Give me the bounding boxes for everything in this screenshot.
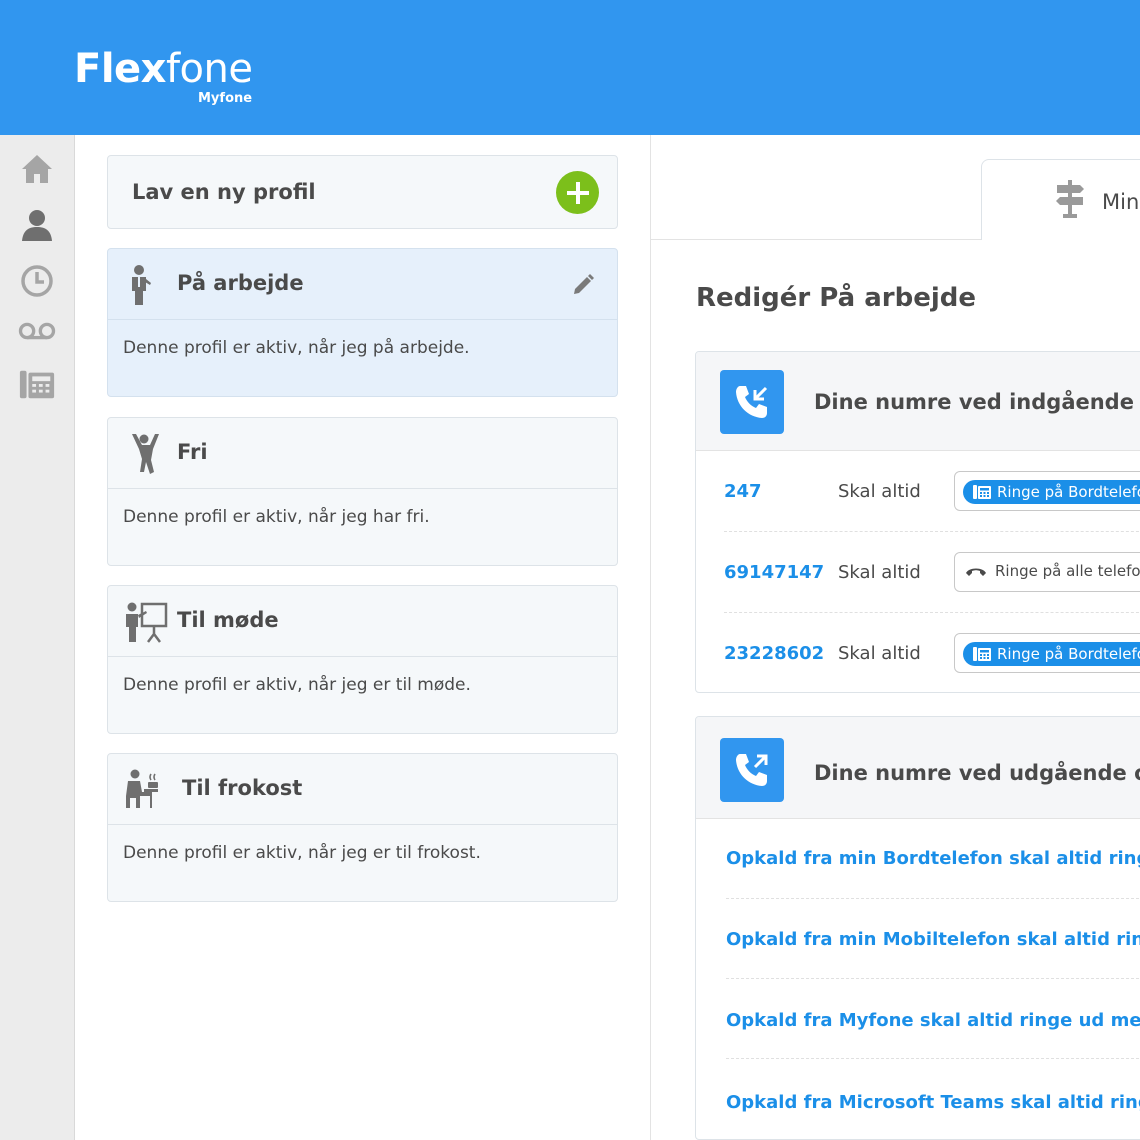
clock-icon[interactable]	[18, 262, 56, 300]
incoming-row: 247 Skal altid Ringe på Bordtelefo	[724, 451, 1140, 532]
incoming-row: 69147147 Skal altid Ringe på alle telefo…	[724, 532, 1140, 613]
ring-option-label: Ringe på alle telefon	[995, 562, 1140, 580]
outgoing-panel-title: Dine numre ved udgående opk	[814, 761, 1140, 785]
profile-description: Denne profil er aktiv, når jeg på arbejd…	[123, 338, 470, 358]
deskphone-icon[interactable]	[18, 365, 56, 403]
businessman-icon	[124, 263, 168, 307]
tabs-bar: Min	[651, 135, 1140, 240]
outgoing-row: Opkald fra Microsoft Teams skal altid ri…	[726, 1059, 1140, 1139]
profile-card-til-frokost[interactable]: Til frokost Denne profil er aktiv, når j…	[107, 753, 618, 902]
handset-icon	[966, 568, 986, 576]
profile-title: Til møde	[177, 608, 279, 632]
ring-option-label: Ringe på Bordtelefo	[997, 483, 1140, 501]
flexfone-logo[interactable]: Flexfone Myfone	[74, 40, 264, 110]
tab-min[interactable]: Min	[981, 159, 1140, 240]
page-title: Redigér På arbejde	[696, 283, 977, 313]
outgoing-rule-link[interactable]: Opkald fra min Bordtelefon skal altid ri…	[726, 848, 1140, 869]
outgoing-row: Opkald fra Myfone skal altid ringe ud me…	[726, 979, 1140, 1059]
jumping-person-icon	[124, 432, 168, 476]
ring-option-select[interactable]: Ringe på Bordtelefo	[954, 633, 1140, 673]
incoming-call-icon	[720, 370, 784, 434]
home-icon[interactable]	[18, 150, 56, 188]
phone-number[interactable]: 247	[724, 481, 762, 502]
deskphone-icon	[973, 647, 991, 661]
deskphone-icon	[973, 485, 991, 499]
ring-option-select[interactable]: Ringe på alle telefon	[954, 552, 1140, 592]
profile-title: Til frokost	[182, 776, 303, 800]
ring-option-label: Ringe på Bordtelefo	[997, 645, 1140, 663]
edit-profile-panel: Min Redigér På arbejde Dine numre ved in…	[651, 135, 1140, 1140]
new-profile-label: Lav en ny profil	[132, 180, 316, 204]
logo-subtitle: Myfone	[198, 91, 253, 106]
profiles-list: Lav en ny profil På arbejde Denne profil…	[75, 135, 651, 1140]
top-header: Flexfone Myfone	[0, 0, 1140, 135]
ring-option-pill: Ringe på Bordtelefo	[963, 480, 1140, 504]
signpost-icon	[1054, 180, 1086, 218]
presentation-icon	[124, 600, 168, 644]
user-icon[interactable]	[18, 206, 56, 244]
rule-label: Skal altid	[838, 481, 921, 502]
profile-card-til-mode[interactable]: Til møde Denne profil er aktiv, når jeg …	[107, 585, 618, 734]
phone-number[interactable]: 69147147	[724, 562, 824, 583]
lunch-icon	[124, 768, 168, 812]
icon-rail	[0, 135, 75, 1140]
outgoing-rule-link[interactable]: Opkald fra min Mobiltelefon skal altid r…	[726, 929, 1140, 950]
voicemail-icon[interactable]	[18, 312, 56, 350]
profile-card-pa-arbejde[interactable]: På arbejde Denne profil er aktiv, når je…	[107, 248, 618, 397]
outgoing-numbers-panel: Dine numre ved udgående opk Opkald fra m…	[695, 716, 1140, 1140]
pencil-icon[interactable]	[571, 273, 595, 297]
rule-label: Skal altid	[838, 643, 921, 664]
profile-description: Denne profil er aktiv, når jeg er til mø…	[123, 675, 471, 695]
incoming-numbers-panel: Dine numre ved indgående op 247 Skal alt…	[695, 351, 1140, 693]
outgoing-call-icon	[720, 738, 784, 802]
plus-icon[interactable]	[556, 171, 599, 214]
outgoing-row: Opkald fra min Bordtelefon skal altid ri…	[726, 819, 1140, 899]
profile-title: Fri	[177, 440, 208, 464]
ring-option-plain: Ringe på alle telefon	[965, 562, 1140, 580]
profile-title: På arbejde	[177, 271, 304, 295]
profile-description: Denne profil er aktiv, når jeg har fri.	[123, 507, 430, 527]
tab-label: Min	[1102, 190, 1140, 214]
incoming-row: 23228602 Skal altid Ringe på Bordtelefo	[724, 613, 1140, 692]
profile-description: Denne profil er aktiv, når jeg er til fr…	[123, 843, 481, 863]
phone-number[interactable]: 23228602	[724, 643, 824, 664]
outgoing-rule-link[interactable]: Opkald fra Microsoft Teams skal altid ri…	[726, 1092, 1140, 1113]
outgoing-rule-link[interactable]: Opkald fra Myfone skal altid ringe ud me…	[726, 1010, 1140, 1031]
ring-option-select[interactable]: Ringe på Bordtelefo	[954, 471, 1140, 511]
incoming-panel-title: Dine numre ved indgående op	[814, 390, 1140, 414]
ring-option-pill: Ringe på Bordtelefo	[963, 642, 1140, 666]
logo-text-bold: Flex	[74, 46, 166, 92]
outgoing-row: Opkald fra min Mobiltelefon skal altid r…	[726, 899, 1140, 979]
profile-card-fri[interactable]: Fri Denne profil er aktiv, når jeg har f…	[107, 417, 618, 566]
logo-text-light: fone	[165, 46, 253, 92]
new-profile-button[interactable]: Lav en ny profil	[107, 155, 618, 229]
rule-label: Skal altid	[838, 562, 921, 583]
